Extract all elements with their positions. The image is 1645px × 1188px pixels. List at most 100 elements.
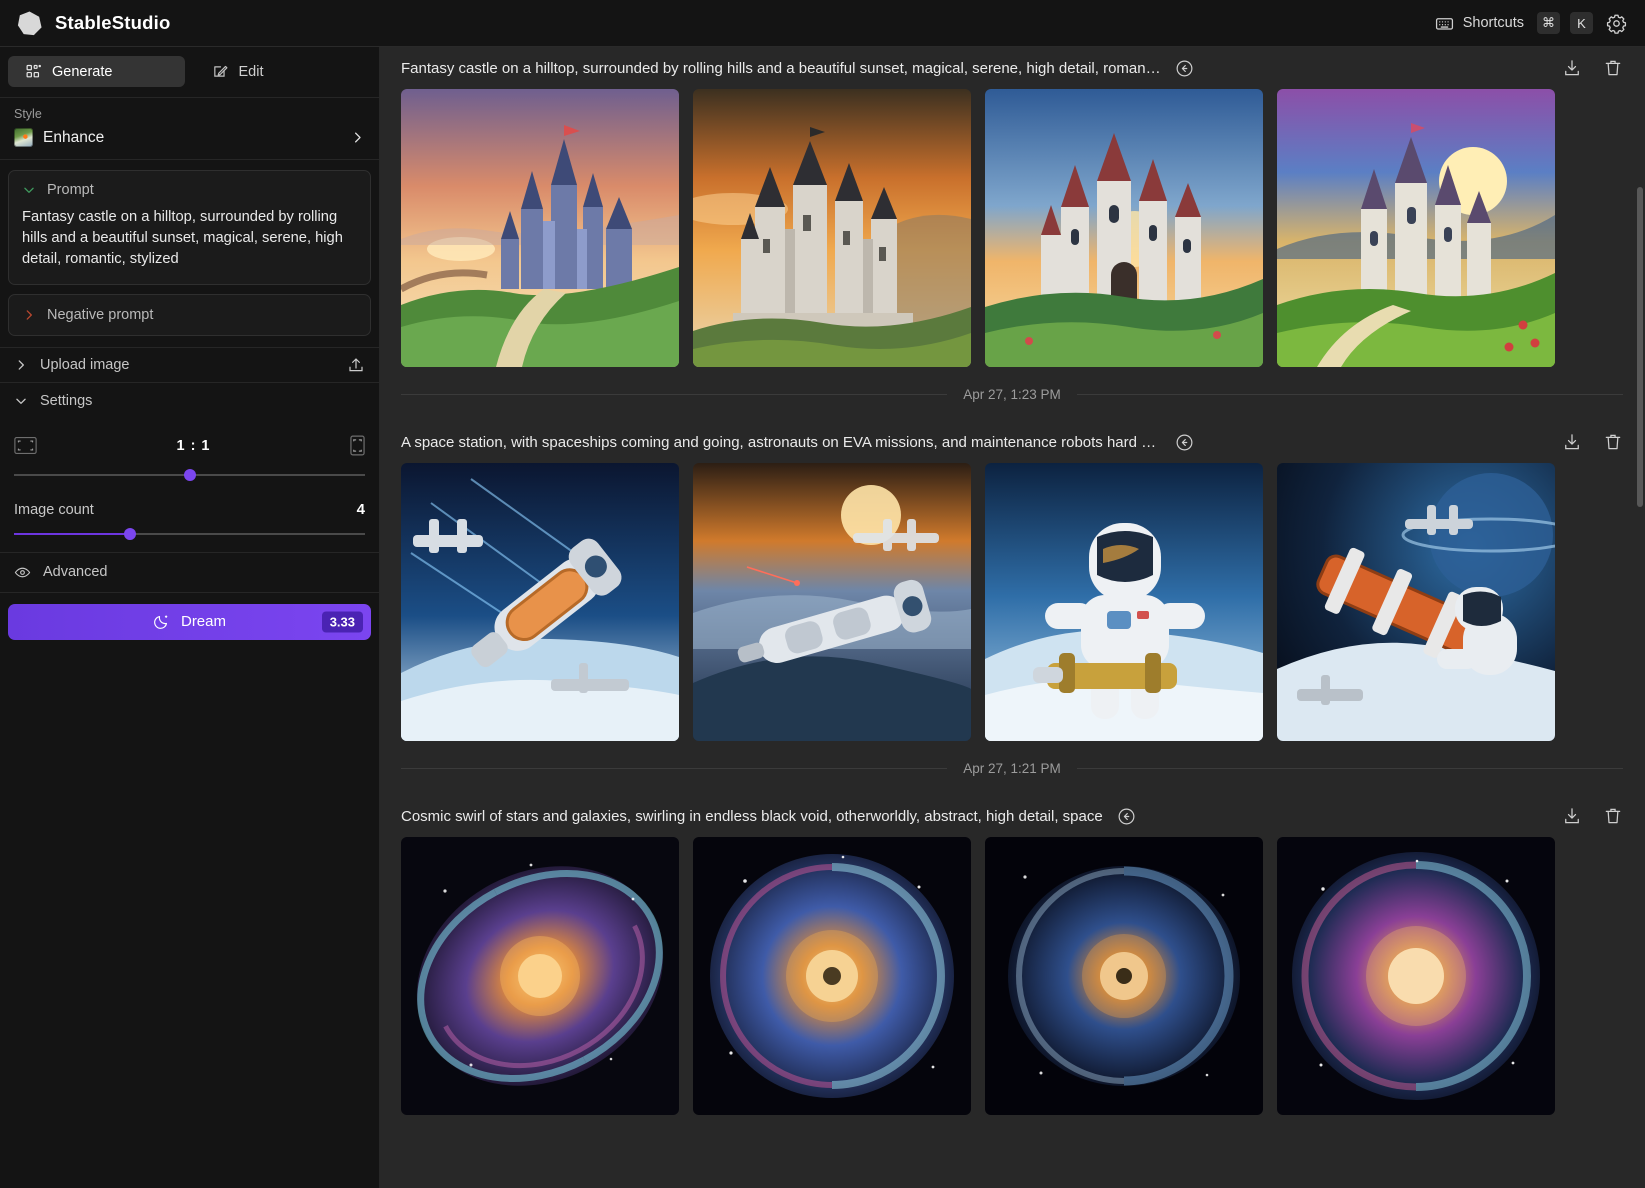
kbd-cmd[interactable]: ⌘: [1537, 12, 1560, 34]
divider-line: [401, 394, 947, 395]
slider-knob[interactable]: [124, 528, 136, 540]
generation-group: A space station, with spaceships coming …: [380, 421, 1645, 795]
image-count-row: Image count 4: [14, 501, 365, 518]
prompt-input[interactable]: Fantasy castle on a hilltop, surrounded …: [22, 207, 357, 270]
generated-image[interactable]: [1277, 89, 1555, 367]
group-prompt: Fantasy castle on a hilltop, surrounded …: [401, 60, 1161, 77]
image-row: [380, 837, 1645, 1115]
image-count-slider[interactable]: [14, 526, 365, 542]
upload-image-label: Upload image: [40, 357, 335, 373]
generated-image[interactable]: [401, 463, 679, 741]
style-selector[interactable]: Enhance: [14, 128, 365, 147]
divider-date: Apr 27, 1:21 PM: [963, 761, 1061, 776]
negative-prompt-box[interactable]: Negative prompt: [8, 294, 371, 336]
divider-line: [401, 768, 947, 769]
tab-edit-label: Edit: [239, 64, 264, 80]
negative-prompt-label: Negative prompt: [47, 307, 153, 323]
eye-icon: [14, 564, 31, 581]
generation-group: Cosmic swirl of stars and galaxies, swir…: [380, 795, 1645, 1137]
keyboard-icon: [1435, 14, 1454, 33]
group-header: Cosmic swirl of stars and galaxies, swir…: [380, 795, 1645, 837]
slider-knob[interactable]: [184, 469, 196, 481]
chevron-right-icon: [14, 358, 28, 372]
generated-image[interactable]: [1277, 837, 1555, 1115]
style-value: Enhance: [43, 129, 350, 147]
dream-button[interactable]: Dream 3.33: [8, 604, 371, 640]
app-body: Generate Edit Style Enhance: [0, 47, 1645, 1188]
generation-feed[interactable]: Fantasy castle on a hilltop, surrounded …: [380, 47, 1645, 1188]
chevron-right-icon: [350, 130, 365, 145]
settings-section-header[interactable]: Settings: [0, 383, 379, 419]
group-prompt: A space station, with spaceships coming …: [401, 434, 1161, 451]
tab-generate-label: Generate: [52, 64, 112, 80]
portrait-ratio-icon[interactable]: [350, 435, 365, 456]
image-row: [380, 89, 1645, 367]
generated-image[interactable]: [693, 463, 971, 741]
trash-icon[interactable]: [1603, 806, 1623, 826]
generated-image[interactable]: [1277, 463, 1555, 741]
shortcuts-button[interactable]: Shortcuts: [1435, 14, 1524, 33]
brand: StableStudio: [16, 10, 170, 37]
spacer: [380, 1115, 1645, 1137]
arrow-left-circle-icon[interactable]: [1117, 807, 1136, 826]
chevron-down-icon: [14, 394, 28, 408]
aspect-ratio-row: 1 : 1: [14, 433, 365, 459]
upload-image-section[interactable]: Upload image: [0, 347, 379, 383]
settings-button[interactable]: [1606, 13, 1627, 34]
prompt-label: Prompt: [47, 182, 94, 198]
divider-line: [1077, 394, 1623, 395]
prompt-section: Prompt Fantasy castle on a hilltop, surr…: [0, 160, 379, 336]
arrow-left-circle-icon[interactable]: [1175, 433, 1194, 452]
group-prompt: Cosmic swirl of stars and galaxies, swir…: [401, 808, 1103, 825]
download-icon[interactable]: [1562, 432, 1582, 452]
generated-image[interactable]: [401, 837, 679, 1115]
group-actions: [1562, 58, 1623, 78]
generated-image[interactable]: [401, 89, 679, 367]
tab-edit[interactable]: Edit: [195, 56, 372, 87]
group-actions: [1562, 806, 1623, 826]
tab-generate[interactable]: Generate: [8, 56, 185, 87]
group-header: A space station, with spaceships coming …: [380, 421, 1645, 463]
generated-image[interactable]: [693, 89, 971, 367]
grid-icon: [25, 63, 42, 80]
prompt-box[interactable]: Prompt Fantasy castle on a hilltop, surr…: [8, 170, 371, 285]
settings-body: 1 : 1 Image count 4: [0, 419, 379, 553]
app-title: StableStudio: [55, 12, 170, 34]
generated-image[interactable]: [693, 837, 971, 1115]
arrow-left-circle-icon[interactable]: [1175, 59, 1194, 78]
mode-tabs: Generate Edit: [0, 47, 379, 98]
trash-icon[interactable]: [1603, 432, 1623, 452]
image-count-value: 4: [357, 501, 365, 518]
advanced-label: Advanced: [43, 564, 365, 580]
download-icon[interactable]: [1562, 58, 1582, 78]
style-section: Style Enhance: [0, 98, 379, 160]
sidebar: Generate Edit Style Enhance: [0, 47, 380, 1188]
top-bar-actions: Shortcuts ⌘ K: [1435, 12, 1627, 34]
generated-image[interactable]: [985, 463, 1263, 741]
top-bar: StableStudio Shortcuts ⌘ K: [0, 0, 1645, 47]
group-header: Fantasy castle on a hilltop, surrounded …: [380, 47, 1645, 89]
aspect-ratio-slider[interactable]: [14, 467, 365, 483]
generated-image[interactable]: [985, 89, 1263, 367]
dream-label: Dream: [181, 613, 226, 630]
generated-image[interactable]: [985, 837, 1263, 1115]
image-row: [380, 463, 1645, 741]
trash-icon[interactable]: [1603, 58, 1623, 78]
landscape-ratio-icon[interactable]: [14, 436, 37, 455]
kbd-k[interactable]: K: [1570, 12, 1593, 34]
style-thumbnail: [14, 128, 33, 147]
slider-fill: [14, 533, 130, 535]
shortcuts-label: Shortcuts: [1463, 15, 1524, 31]
advanced-section[interactable]: Advanced: [0, 553, 379, 593]
pencil-square-icon: [212, 63, 229, 80]
hexagon-logo-icon: [16, 10, 43, 37]
download-icon[interactable]: [1562, 806, 1582, 826]
prompt-toggle[interactable]: Prompt: [22, 182, 357, 198]
negative-prompt-toggle[interactable]: Negative prompt: [22, 307, 357, 323]
upload-icon[interactable]: [347, 356, 365, 374]
group-actions: [1562, 432, 1623, 452]
vertical-scrollbar[interactable]: [1637, 187, 1643, 507]
stablestudio-app: StableStudio Shortcuts ⌘ K: [0, 0, 1645, 1188]
image-count-label: Image count: [14, 502, 94, 518]
generation-group: Fantasy castle on a hilltop, surrounded …: [380, 47, 1645, 421]
